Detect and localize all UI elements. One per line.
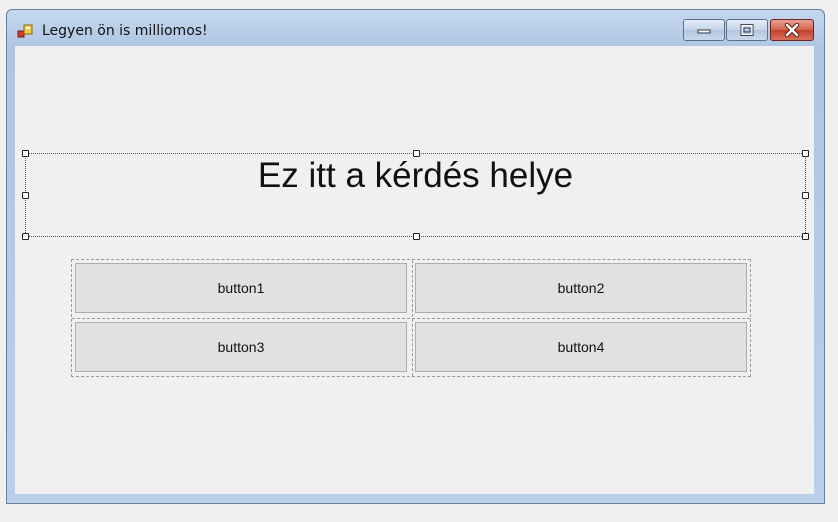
question-label[interactable]: Ez itt a kérdés helye bbox=[25, 153, 806, 237]
resize-handle-top-right[interactable] bbox=[802, 150, 809, 157]
resize-handle-left[interactable] bbox=[22, 192, 29, 199]
resize-handle-top[interactable] bbox=[413, 150, 420, 157]
window-title: Legyen ön is milliomos! bbox=[42, 23, 208, 39]
answer-button-4[interactable]: button4 bbox=[415, 322, 747, 372]
minimize-button[interactable] bbox=[683, 19, 725, 41]
answer-button-3[interactable]: button3 bbox=[75, 322, 407, 372]
maximize-icon bbox=[740, 24, 754, 36]
resize-handle-bottom-right[interactable] bbox=[802, 233, 809, 240]
resize-handle-bottom[interactable] bbox=[413, 233, 420, 240]
title-bar[interactable]: Legyen ön is milliomos! bbox=[7, 10, 824, 46]
answer-button-2[interactable]: button2 bbox=[415, 263, 747, 313]
close-icon bbox=[784, 23, 800, 37]
form-window: Legyen ön is milliomos! Ez itt a kérdés … bbox=[6, 9, 825, 504]
app-icon bbox=[17, 24, 33, 38]
maximize-button[interactable] bbox=[726, 19, 768, 41]
grid-divider-horizontal bbox=[72, 318, 750, 319]
answer-button-1[interactable]: button1 bbox=[75, 263, 407, 313]
question-text: Ez itt a kérdés helye bbox=[257, 156, 574, 195]
close-button[interactable] bbox=[770, 19, 814, 41]
form-client-area: Ez itt a kérdés helye button1 button2 bu… bbox=[15, 46, 814, 494]
resize-handle-top-left[interactable] bbox=[22, 150, 29, 157]
resize-handle-right[interactable] bbox=[802, 192, 809, 199]
resize-handle-bottom-left[interactable] bbox=[22, 233, 29, 240]
answer-button-panel: button1 button2 button3 button4 bbox=[71, 259, 751, 377]
minimize-icon bbox=[697, 29, 711, 34]
